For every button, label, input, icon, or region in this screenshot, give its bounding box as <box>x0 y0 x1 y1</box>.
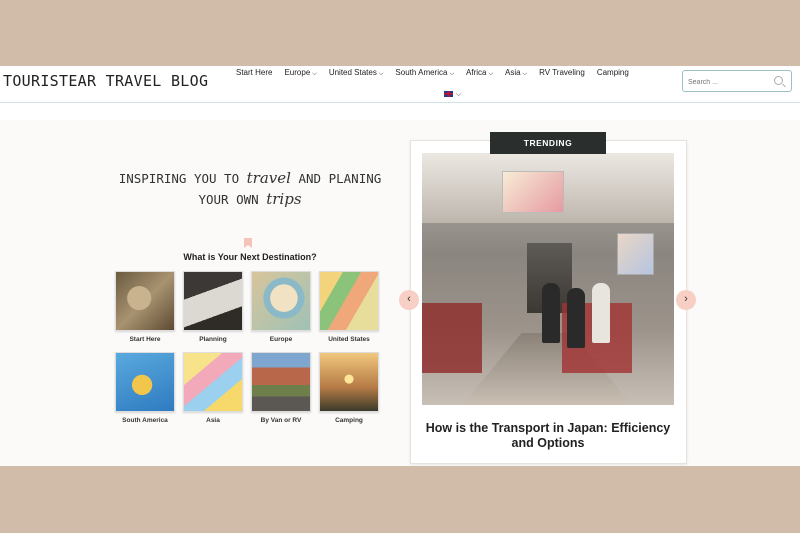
passenger <box>542 283 560 343</box>
nav-europe[interactable]: Europe ⌵ <box>278 68 322 78</box>
nav-rv-traveling[interactable]: RV Traveling <box>533 68 591 78</box>
vintage-map-image <box>115 271 175 331</box>
bookmark-icon <box>244 238 252 248</box>
planning-image <box>183 271 243 331</box>
destination-start-here[interactable]: Start Here <box>115 271 175 346</box>
destination-asia[interactable]: Asia <box>183 352 243 427</box>
search-box[interactable] <box>682 70 792 94</box>
search-icon[interactable] <box>774 76 783 85</box>
uk-flag-icon <box>443 90 454 98</box>
advertisement-image <box>502 171 564 213</box>
nav-south-america[interactable]: South America ⌵ <box>389 68 460 78</box>
south-america-image <box>115 352 175 412</box>
hero-section: INSPIRING YOU TO travel AND PLANING YOUR… <box>0 120 800 466</box>
site-logo[interactable]: TOURISTEAR TRAVEL BLOG <box>3 72 208 90</box>
search-input[interactable] <box>683 71 776 94</box>
destinations-title: What is Your Next Destination? <box>183 252 317 262</box>
nav-start-here[interactable]: Start Here <box>230 68 278 78</box>
chevron-down-icon: ⌵ <box>522 71 528 77</box>
destination-grid: Start Here Planning Europe United States… <box>115 271 383 427</box>
trending-card[interactable]: How is the Transport in Japan: Efficienc… <box>410 140 687 464</box>
chevron-down-icon: ⌵ <box>378 71 384 77</box>
destination-europe[interactable]: Europe <box>251 271 311 346</box>
chevron-down-icon: ⌵ <box>449 71 455 77</box>
trending-badge: TRENDING <box>490 132 606 154</box>
train-interior-photo[interactable] <box>422 153 674 405</box>
us-map-image <box>319 271 379 331</box>
chevron-down-icon: ⌵ <box>455 90 462 98</box>
nav-camping[interactable]: Camping <box>591 68 635 78</box>
nav-asia[interactable]: Asia ⌵ <box>499 68 533 78</box>
europe-image <box>251 271 311 331</box>
carousel-next-button[interactable]: › <box>676 290 696 310</box>
chevron-right-icon: › <box>684 293 688 305</box>
destination-south-america[interactable]: South America <box>115 352 175 427</box>
trending-title[interactable]: How is the Transport in Japan: Efficienc… <box>422 421 674 451</box>
destination-planning[interactable]: Planning <box>183 271 243 346</box>
asia-image <box>183 352 243 412</box>
nav-united-states[interactable]: United States ⌵ <box>323 68 390 78</box>
chevron-left-icon: ‹ <box>407 293 411 305</box>
destination-camping[interactable]: Camping <box>319 352 379 427</box>
chevron-down-icon: ⌵ <box>312 71 317 77</box>
website-viewport: TOURISTEAR TRAVEL BLOG Start Here Europe… <box>0 66 800 466</box>
nav-africa[interactable]: Africa ⌵ <box>460 68 499 78</box>
main-nav: Start Here Europe ⌵ United States ⌵ South … <box>230 68 635 78</box>
destination-van-rv[interactable]: By Van or RV <box>251 352 311 427</box>
hero-tagline: INSPIRING YOU TO travel AND PLANING YOUR… <box>118 169 382 208</box>
destination-united-states[interactable]: United States <box>319 271 379 346</box>
camping-image <box>319 352 379 412</box>
passenger <box>567 288 585 348</box>
advertisement-image <box>617 233 654 275</box>
language-selector[interactable]: ⌵ <box>443 90 461 99</box>
van-image <box>251 352 311 412</box>
passenger <box>592 283 610 343</box>
site-header: TOURISTEAR TRAVEL BLOG Start Here Europe… <box>0 66 800 103</box>
chevron-down-icon: ⌵ <box>488 71 494 77</box>
carousel-prev-button[interactable]: ‹ <box>399 290 419 310</box>
